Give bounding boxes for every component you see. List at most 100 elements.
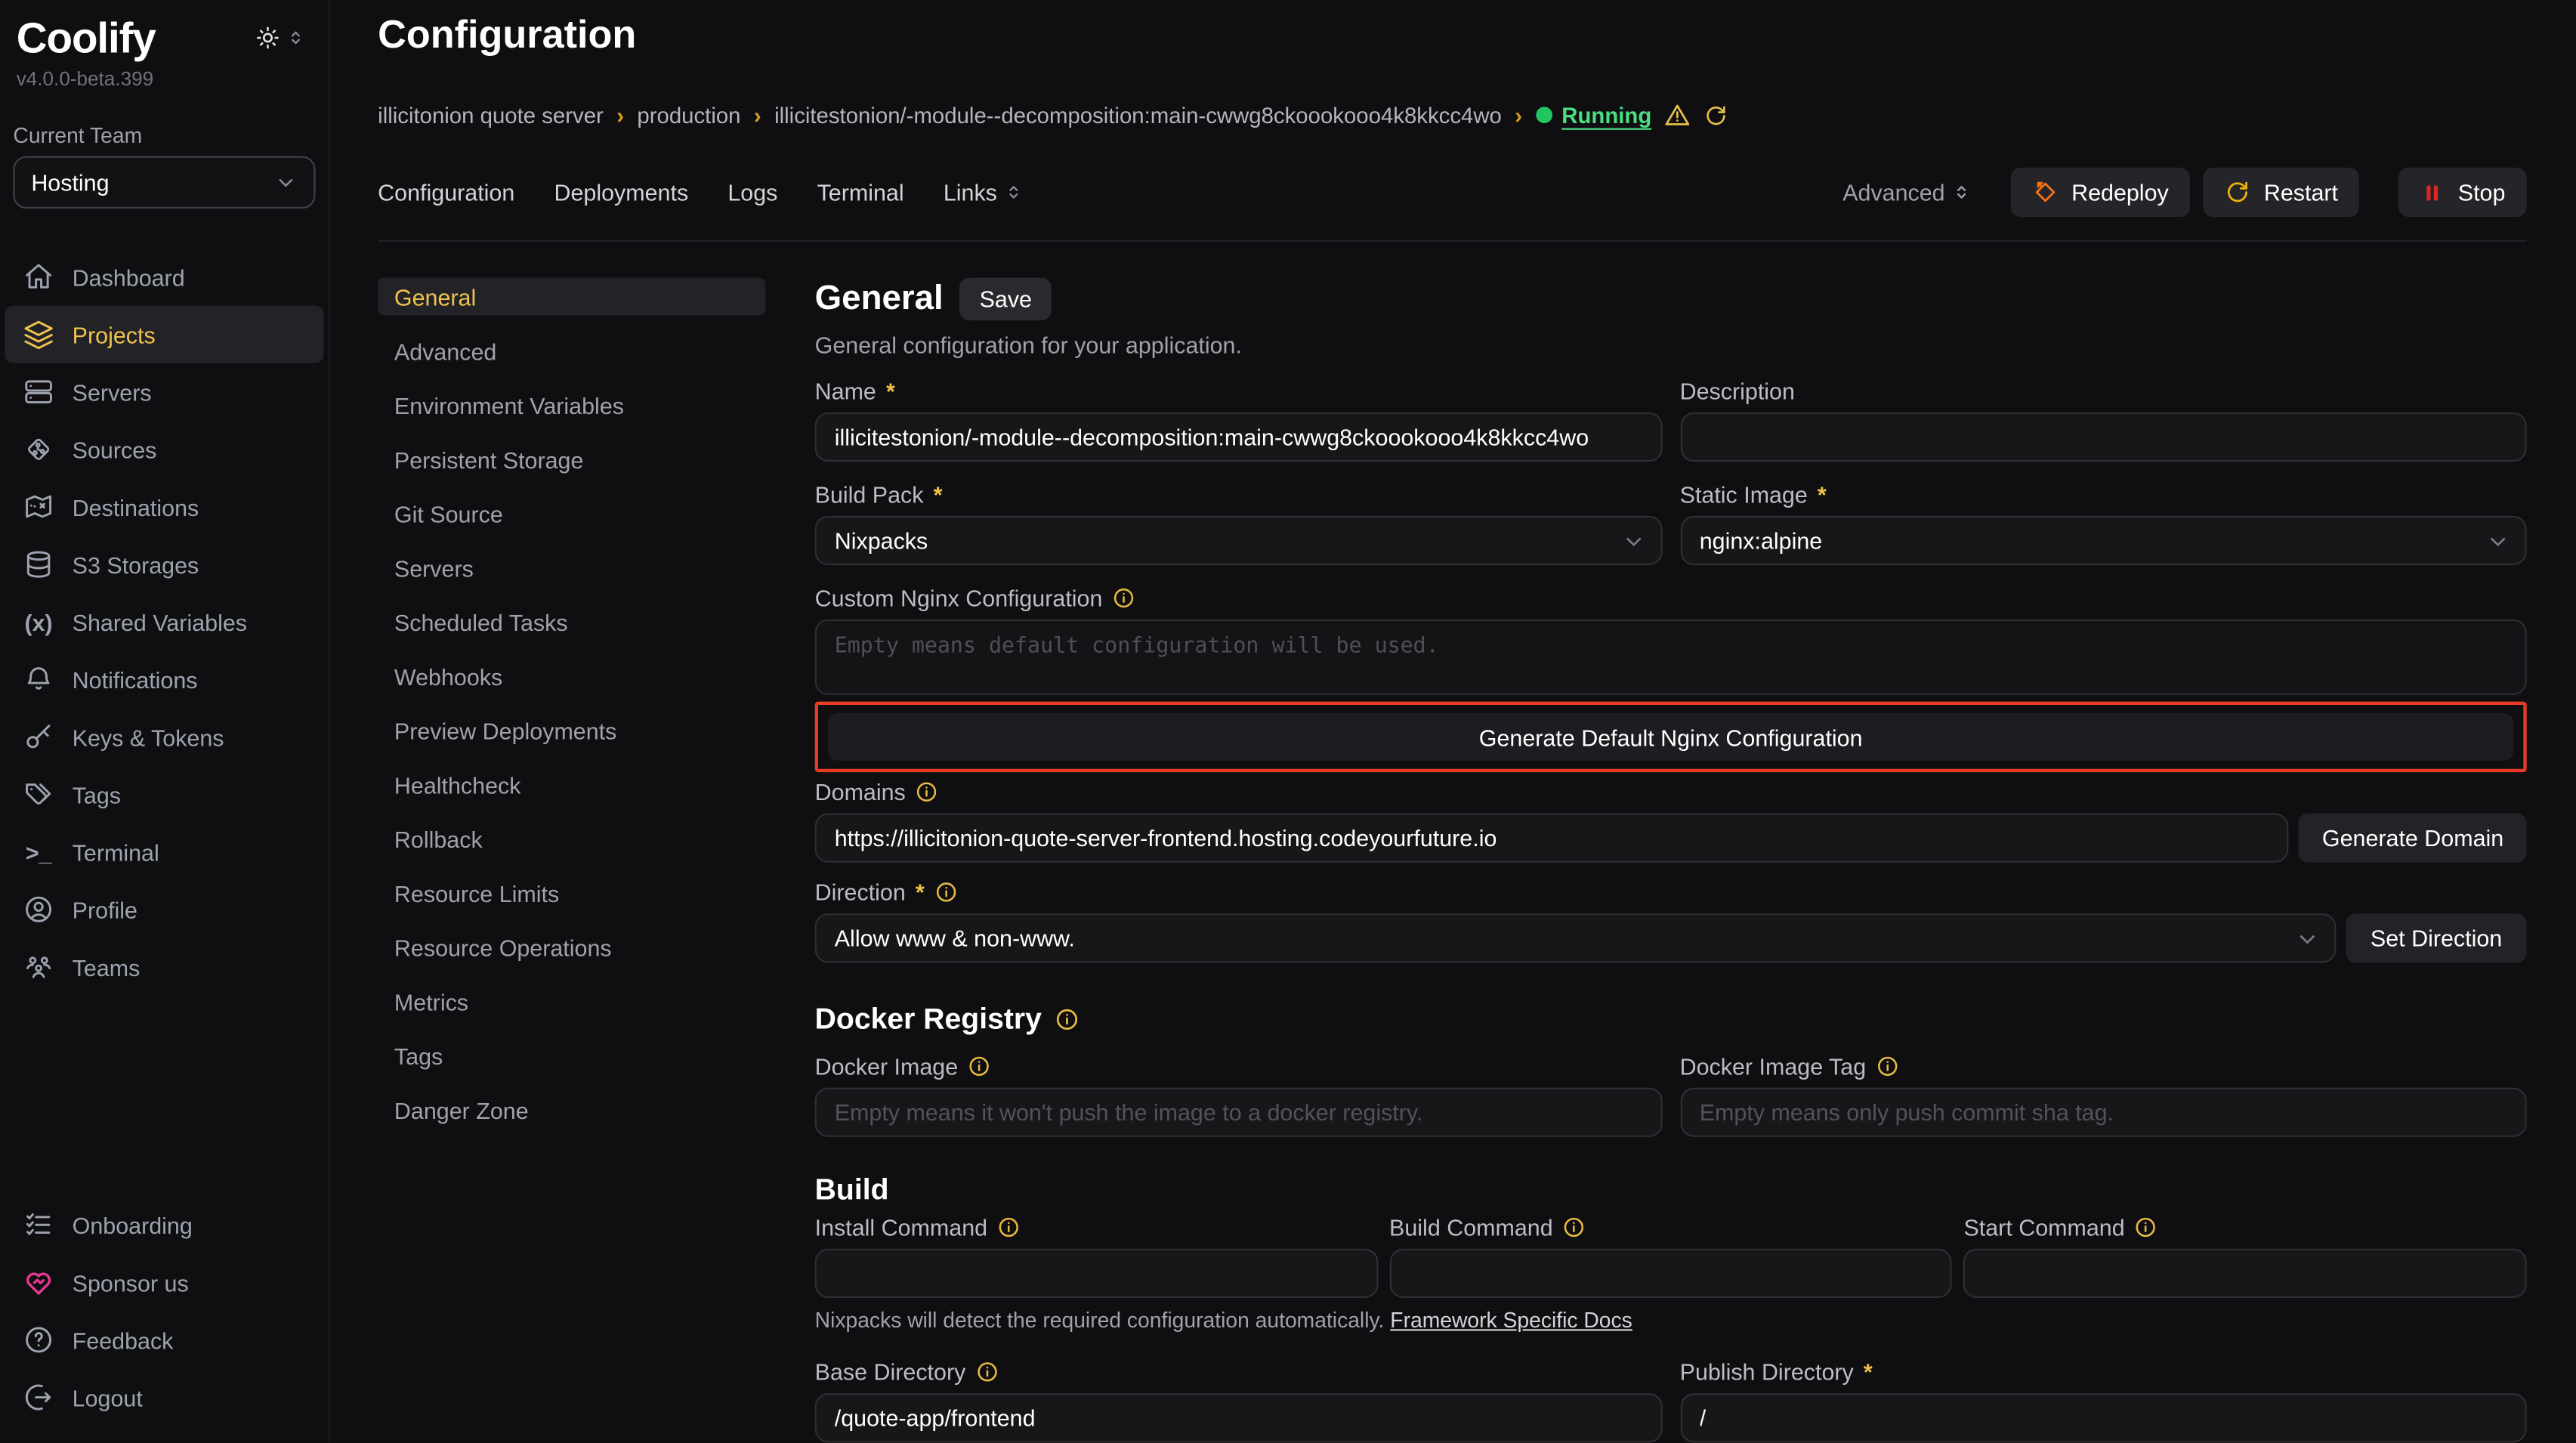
sidebar-item-sources[interactable]: Sources xyxy=(5,421,324,478)
tab-configuration[interactable]: Configuration xyxy=(378,179,514,205)
submenu-item-scheduled-tasks[interactable]: Scheduled Tasks xyxy=(378,603,765,641)
install-command-input[interactable] xyxy=(815,1249,1378,1298)
generate-domain-button[interactable]: Generate Domain xyxy=(2299,814,2526,863)
submenu-item-advanced[interactable]: Advanced xyxy=(378,332,765,369)
breadcrumb-project[interactable]: illicitonion quote server xyxy=(378,103,604,128)
domains-input[interactable] xyxy=(815,814,2290,863)
sidebar-item-label: Feedback xyxy=(73,1327,174,1353)
info-icon[interactable] xyxy=(916,780,938,803)
submenu-item-tags[interactable]: Tags xyxy=(378,1037,765,1074)
sidebar-item-label: Terminal xyxy=(73,839,159,865)
directories-row: Base Directory Publish Directory * xyxy=(815,1333,2527,1443)
sidebar-item-tags[interactable]: Tags xyxy=(5,765,324,823)
sidebar-item-shared-variables[interactable]: (x) Shared Variables xyxy=(5,593,324,650)
direction-select[interactable]: Allow www & non-www. xyxy=(815,913,2337,963)
build-pack-label: Build Pack * xyxy=(815,481,1662,508)
info-icon[interactable] xyxy=(2135,1216,2157,1238)
sidebar-item-onboarding[interactable]: Onboarding xyxy=(5,1196,324,1253)
advanced-label: Advanced xyxy=(1842,179,1944,205)
info-icon[interactable] xyxy=(1055,1007,1080,1032)
submenu-item-healthcheck[interactable]: Healthcheck xyxy=(378,766,765,804)
submenu-item-servers[interactable]: Servers xyxy=(378,549,765,587)
info-icon[interactable] xyxy=(1112,587,1135,610)
submenu-item-persistent-storage[interactable]: Persistent Storage xyxy=(378,440,765,478)
sidebar-item-feedback[interactable]: Feedback xyxy=(5,1311,324,1368)
sidebar-item-servers[interactable]: Servers xyxy=(5,363,324,421)
nginx-config-textarea[interactable] xyxy=(815,620,2527,695)
base-directory-field-group: Base Directory xyxy=(815,1333,1662,1443)
sidebar-item-logout[interactable]: Logout xyxy=(5,1369,324,1426)
submenu-item-metrics[interactable]: Metrics xyxy=(378,983,765,1021)
sidebar-item-destinations[interactable]: Destinations xyxy=(5,478,324,536)
sidebar-item-projects[interactable]: Projects xyxy=(5,305,324,363)
sidebar-item-s3-storages[interactable]: S3 Storages xyxy=(5,536,324,593)
generate-nginx-config-button[interactable]: Generate Default Nginx Configuration xyxy=(828,713,2513,761)
configuration-content: General Advanced Environment Variables P… xyxy=(378,278,2527,1443)
warning-triangle-icon[interactable] xyxy=(1665,102,1691,128)
name-input[interactable] xyxy=(815,413,1662,462)
start-command-input[interactable] xyxy=(1963,1249,2526,1298)
framework-docs-link[interactable]: Framework Specific Docs xyxy=(1390,1308,1632,1333)
chevron-down-icon xyxy=(1620,529,1645,554)
breadcrumb-application[interactable]: illicitestonion/-module--decomposition:m… xyxy=(774,103,1502,128)
refresh-icon[interactable] xyxy=(1704,103,1729,128)
submenu-item-preview-deployments[interactable]: Preview Deployments xyxy=(378,712,765,749)
submenu-item-webhooks[interactable]: Webhooks xyxy=(378,657,765,695)
restart-button[interactable]: Restart xyxy=(2203,168,2359,217)
tab-deployments[interactable]: Deployments xyxy=(554,179,688,205)
tab-logs[interactable]: Logs xyxy=(727,179,777,205)
info-icon[interactable] xyxy=(997,1216,1020,1238)
theme-switcher[interactable] xyxy=(255,25,305,51)
base-directory-input[interactable] xyxy=(815,1393,1662,1442)
sidebar-item-notifications[interactable]: Notifications xyxy=(5,650,324,708)
submenu-item-environment-variables[interactable]: Environment Variables xyxy=(378,386,765,424)
general-form: General Save General configuration for y… xyxy=(815,278,2527,1443)
sidebar-item-label: Sources xyxy=(73,436,157,462)
redeploy-button[interactable]: Redeploy xyxy=(2011,168,2190,217)
stop-button[interactable]: Stop xyxy=(2398,168,2526,217)
submenu-item-rollback[interactable]: Rollback xyxy=(378,820,765,857)
description-input[interactable] xyxy=(1680,413,2527,462)
chevrons-up-down-icon xyxy=(1951,183,1971,202)
map-icon xyxy=(23,491,54,522)
screen: Coolify v4.0.0-beta.399 Current Team Hos… xyxy=(0,0,2576,1443)
status-running[interactable]: Running xyxy=(1535,103,1651,128)
team-select[interactable]: Hosting xyxy=(13,156,315,209)
docker-image-input[interactable] xyxy=(815,1088,1662,1137)
nixpacks-note-text: Nixpacks will detect the required config… xyxy=(815,1308,1385,1333)
stop-pause-icon xyxy=(2420,180,2445,205)
set-direction-button[interactable]: Set Direction xyxy=(2346,913,2526,963)
direction-label-text: Direction xyxy=(815,879,906,906)
submenu-item-git-source[interactable]: Git Source xyxy=(378,495,765,533)
submenu-item-resource-operations[interactable]: Resource Operations xyxy=(378,929,765,966)
sidebar-item-dashboard[interactable]: Dashboard xyxy=(5,248,324,305)
sidebar-item-profile[interactable]: Profile xyxy=(5,881,324,938)
sidebar-item-teams[interactable]: Teams xyxy=(5,938,324,996)
chevron-down-icon xyxy=(2295,927,2320,952)
save-button[interactable]: Save xyxy=(960,278,1052,321)
static-image-select[interactable]: nginx:alpine xyxy=(1680,516,2527,565)
tab-terminal[interactable]: Terminal xyxy=(817,179,904,205)
build-heading: Build xyxy=(815,1173,2527,1208)
info-icon[interactable] xyxy=(1876,1055,1898,1077)
info-icon[interactable] xyxy=(1563,1216,1586,1238)
submenu-item-resource-limits[interactable]: Resource Limits xyxy=(378,874,765,912)
sidebar-item-terminal[interactable]: >_ Terminal xyxy=(5,823,324,881)
sidebar-item-keys-tokens[interactable]: Keys & Tokens xyxy=(5,708,324,765)
info-icon[interactable] xyxy=(975,1361,998,1383)
tab-links[interactable]: Links xyxy=(944,179,1024,205)
submenu-item-general[interactable]: General xyxy=(378,278,765,316)
build-command-input[interactable] xyxy=(1389,1249,1952,1298)
nixpacks-note: Nixpacks will detect the required config… xyxy=(815,1308,2527,1333)
publish-directory-label-text: Publish Directory xyxy=(1680,1359,1854,1386)
info-icon[interactable] xyxy=(934,881,957,904)
breadcrumb-environment[interactable]: production xyxy=(637,103,740,128)
build-pack-select[interactable]: Nixpacks xyxy=(815,516,1662,565)
advanced-dropdown[interactable]: Advanced xyxy=(1842,179,1971,205)
sidebar-item-sponsor-us[interactable]: Sponsor us xyxy=(5,1253,324,1311)
submenu-item-danger-zone[interactable]: Danger Zone xyxy=(378,1091,765,1129)
publish-directory-input[interactable] xyxy=(1680,1393,2527,1442)
info-icon[interactable] xyxy=(968,1055,990,1077)
docker-image-tag-input[interactable] xyxy=(1680,1088,2527,1137)
restart-label: Restart xyxy=(2264,179,2338,205)
